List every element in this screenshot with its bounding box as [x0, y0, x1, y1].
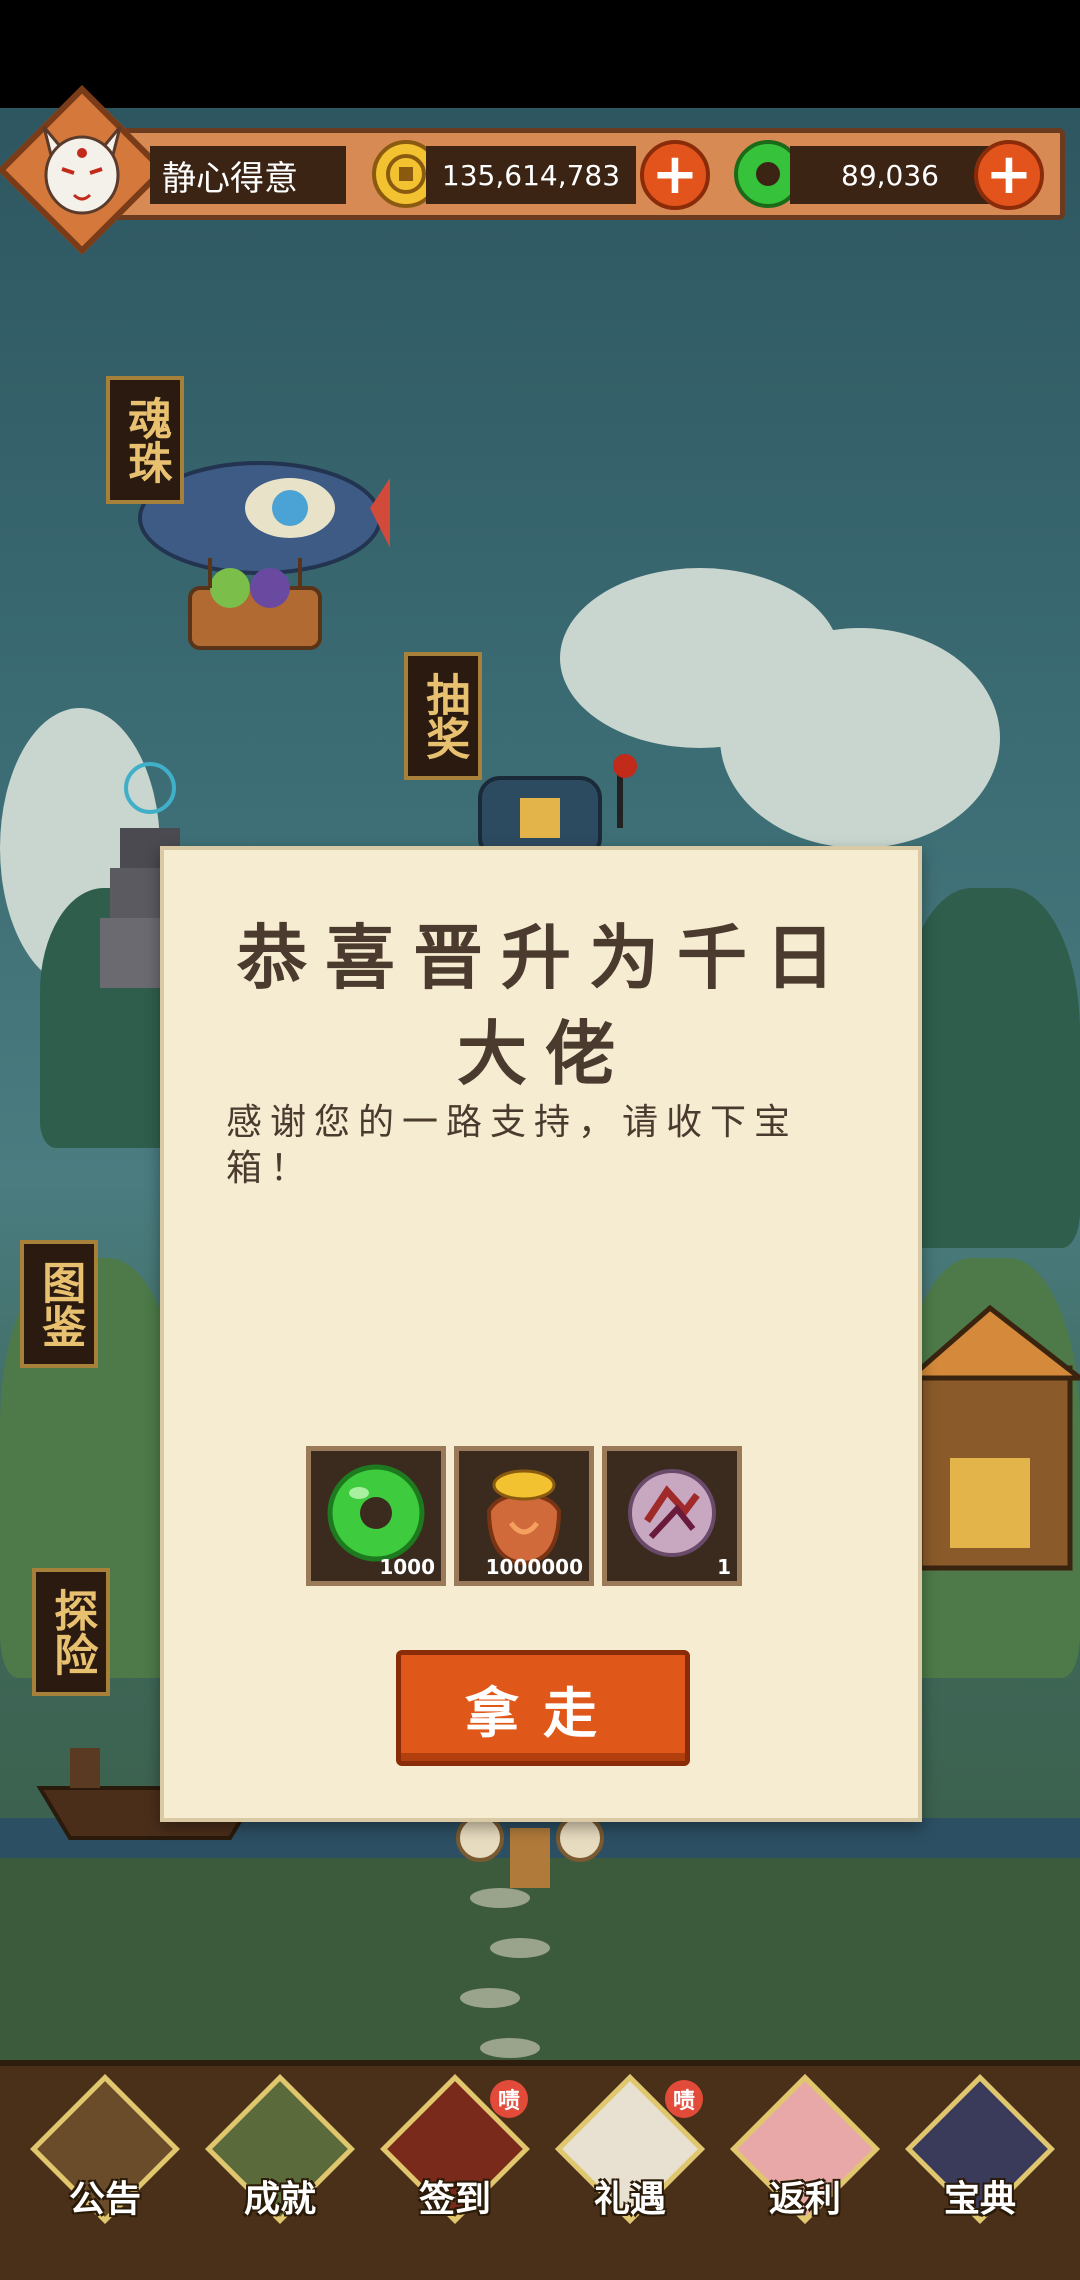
dialog-title: 恭喜晋升为千日大佬: [237, 917, 853, 1095]
stepping-stone: [460, 1988, 520, 2008]
nav-item-guide[interactable]: 宝典: [905, 2074, 1055, 2250]
gold-amount: 135,614,783: [426, 146, 636, 204]
nav-label: 宝典: [943, 2179, 1016, 2220]
cliff-shape: [900, 888, 1080, 1248]
reward-slot-soul-orb[interactable]: 1: [602, 1446, 742, 1586]
fox-mask-icon: [42, 126, 122, 215]
explore-sign[interactable]: 探险: [32, 1568, 110, 1696]
notification-badge: 啧: [665, 2080, 703, 2118]
reward-slot-jade[interactable]: 1000: [306, 1446, 446, 1586]
take-reward-button[interactable]: 拿走: [396, 1650, 690, 1766]
nav-label: 签到: [418, 2179, 491, 2220]
add-gold-button[interactable]: +: [640, 140, 710, 210]
nav-label: 返利: [768, 2179, 841, 2220]
nav-label: 成就: [243, 2179, 316, 2220]
reward-count: 1000000: [485, 1555, 583, 1579]
lottery-machine-icon[interactable]: [470, 748, 670, 858]
building-icon[interactable]: [900, 1288, 1080, 1588]
cloud-shape: [720, 628, 1000, 848]
atlas-sign[interactable]: 图鉴: [20, 1240, 98, 1368]
nav-label: 公告: [68, 2179, 141, 2220]
ground: [0, 1858, 1080, 2060]
soul-orb-sign[interactable]: 魂珠: [106, 376, 184, 504]
stepping-stone: [490, 1938, 550, 1958]
jade-amount: 89,036: [790, 146, 990, 204]
status-bar: [0, 0, 1080, 108]
promotion-dialog: 恭喜晋升为千日大佬 感谢您的一路支持，请收下宝箱！ 1000 1000000 1…: [160, 846, 922, 1822]
nav-item-achievements[interactable]: 成就: [205, 2074, 355, 2250]
reward-count: 1: [717, 1555, 731, 1579]
stepping-stone: [480, 2038, 540, 2058]
player-name: 静心得意: [150, 146, 346, 204]
stepping-stone: [470, 1888, 530, 1908]
lottery-sign-label: 抽奖: [418, 672, 470, 760]
nav-item-checkin[interactable]: 签到 啧: [380, 2074, 530, 2250]
nav-label: 礼遇: [593, 2179, 666, 2220]
atlas-sign-label: 图鉴: [34, 1260, 86, 1348]
lottery-sign[interactable]: 抽奖: [404, 652, 482, 780]
add-jade-button[interactable]: +: [974, 140, 1044, 210]
avatar[interactable]: [32, 112, 132, 222]
nav-item-rebate[interactable]: 返利: [730, 2074, 880, 2250]
nav-item-gifts[interactable]: 礼遇 啧: [555, 2074, 705, 2250]
dialog-message: 感谢您的一路支持，请收下宝箱！: [226, 1102, 799, 1189]
reward-count: 1000: [379, 1555, 435, 1579]
notification-badge: 啧: [490, 2080, 528, 2118]
reward-slot-gold-bag[interactable]: 1000000: [454, 1446, 594, 1586]
soul-orb-sign-label: 魂珠: [120, 396, 172, 484]
nav-item-announcement[interactable]: 公告: [30, 2074, 180, 2250]
explore-sign-label: 探险: [46, 1588, 98, 1676]
